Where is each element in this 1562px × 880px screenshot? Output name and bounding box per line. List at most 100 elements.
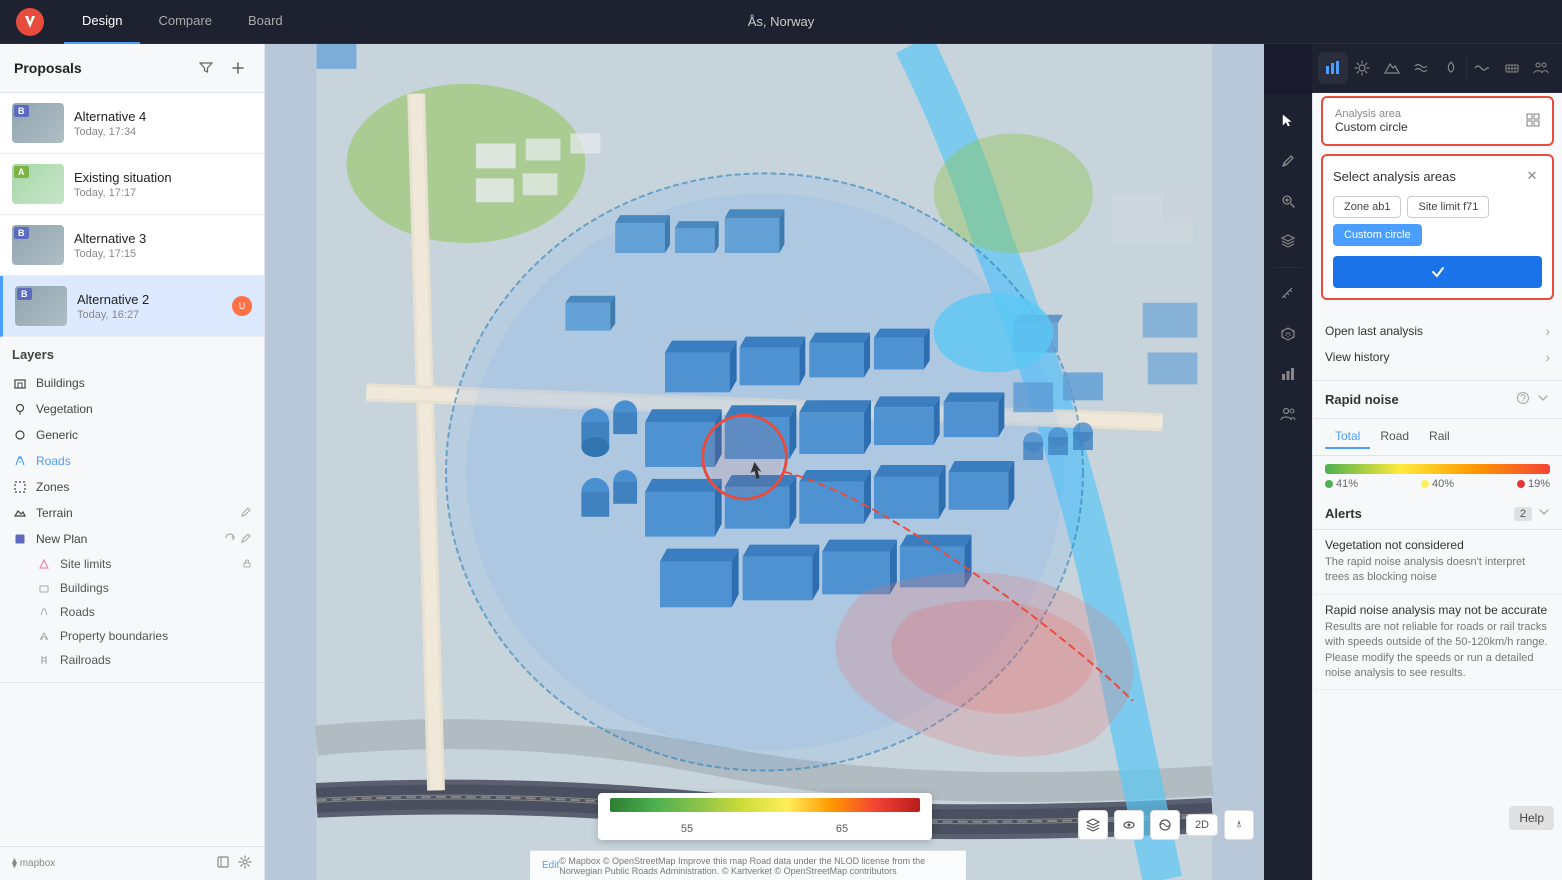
layer-label: Buildings	[36, 376, 85, 390]
noise-value-yellow: 40%	[1432, 478, 1454, 490]
sublayer-property[interactable]: Property boundaries	[12, 624, 252, 648]
measure-tool[interactable]	[1270, 276, 1306, 312]
people-tool[interactable]	[1270, 396, 1306, 432]
layers-section: Layers Buildings Vegetation Generic Road…	[0, 337, 264, 683]
sun-icon[interactable]	[1348, 52, 1378, 84]
sidebar-header-icons	[194, 56, 250, 80]
share-ctrl-button[interactable]	[1150, 810, 1180, 840]
flame-icon[interactable]	[1437, 52, 1467, 84]
alert-title-2: Rapid noise analysis may not be accurate	[1325, 603, 1550, 617]
cube-tool[interactable]	[1270, 316, 1306, 352]
chevron-right-icon-2: ›	[1545, 349, 1550, 365]
people-icon[interactable]	[1526, 52, 1556, 84]
mountain-icon[interactable]	[1377, 52, 1407, 84]
wave-icon[interactable]	[1467, 52, 1497, 84]
solar-panel-icon[interactable]	[1497, 52, 1527, 84]
layer-zones[interactable]: Zones	[12, 474, 252, 500]
edit-terrain-icon[interactable]	[240, 506, 252, 521]
view-2d-button[interactable]: 2D	[1186, 814, 1218, 836]
attribution-text: © Mapbox © OpenStreetMap Improve this ma…	[559, 856, 954, 876]
chart-tool[interactable]	[1270, 356, 1306, 392]
map-title: Ås, Norway	[748, 14, 814, 29]
layers-tool[interactable]	[1270, 223, 1306, 259]
site-limits-icon	[36, 556, 52, 572]
proposal-time: Today, 17:17	[74, 187, 252, 199]
noise-bar: 41% 40% 19%	[1325, 464, 1550, 490]
select-analysis-header: Select analysis areas ✕	[1333, 166, 1542, 186]
proposal-info: Alternative 4 Today, 17:34	[74, 109, 252, 138]
noise-labels: 41% 40% 19%	[1325, 478, 1550, 490]
layer-generic[interactable]: Generic	[12, 422, 252, 448]
proposal-thumb: B	[15, 286, 67, 326]
filter-icon[interactable]	[194, 56, 218, 80]
new-plan-icon	[12, 531, 28, 547]
mapbox-logo: ⧫ mapbox	[12, 858, 55, 869]
settings-icon[interactable]	[238, 855, 252, 872]
left-sidebar: Proposals B Alternative 4 Today, 17:34	[0, 44, 265, 880]
layers-ctrl-button[interactable]	[1078, 810, 1108, 840]
layer-roads[interactable]: Roads	[12, 448, 252, 474]
alerts-count: 2	[1514, 507, 1532, 521]
proposal-alternative3[interactable]: B Alternative 3 Today, 17:15	[0, 215, 264, 276]
zoom-tool[interactable]	[1270, 183, 1306, 219]
proposal-alternative4[interactable]: B Alternative 4 Today, 17:34	[0, 93, 264, 154]
alerts-title: Alerts	[1325, 506, 1362, 521]
proposal-thumb: B	[12, 225, 64, 265]
cursor-tool[interactable]	[1270, 103, 1306, 139]
close-select-analysis-button[interactable]: ✕	[1522, 166, 1542, 186]
add-proposal-button[interactable]	[226, 56, 250, 80]
eye-ctrl-button[interactable]	[1114, 810, 1144, 840]
noise-tab-rail[interactable]: Rail	[1419, 425, 1460, 449]
edit-label[interactable]: Edit	[542, 860, 559, 871]
select-analysis-panel: Select analysis areas ✕ Zone ab1 Site li…	[1321, 154, 1554, 300]
open-last-analysis-link[interactable]: Open last analysis ›	[1325, 318, 1550, 344]
layer-terrain[interactable]: Terrain	[12, 500, 252, 526]
generic-icon	[12, 427, 28, 443]
book-icon[interactable]	[216, 855, 230, 872]
layer-label: Zones	[36, 480, 69, 494]
noise-dot-green	[1325, 480, 1333, 488]
layer-vegetation[interactable]: Vegetation	[12, 396, 252, 422]
analysis-area-value: Custom circle	[1335, 120, 1408, 134]
nav-tab-board[interactable]: Board	[230, 0, 301, 44]
noise-tab-road[interactable]: Road	[1370, 425, 1419, 449]
zone-buttons: Zone ab1 Site limit f71 Custom circle	[1333, 196, 1542, 246]
new-plan-edit-icon[interactable]	[240, 532, 252, 547]
new-plan-sync-icon[interactable]	[224, 532, 236, 547]
sublayer-building-icon	[36, 580, 52, 596]
zone-ab1-button[interactable]: Zone ab1	[1333, 196, 1401, 218]
proposal-time: Today, 17:34	[74, 126, 252, 138]
view-history-link[interactable]: View history ›	[1325, 344, 1550, 370]
nav-tab-design[interactable]: Design	[64, 0, 140, 44]
sublayer-roads[interactable]: Roads	[12, 600, 252, 624]
sublayer-label: Railroads	[60, 653, 111, 667]
wind-icon[interactable]	[1407, 52, 1437, 84]
nav-tab-compare[interactable]: Compare	[140, 0, 229, 44]
sublayer-site-limits[interactable]: Site limits	[12, 552, 252, 576]
bar-chart-icon[interactable]	[1318, 52, 1348, 84]
top-nav: Design Compare Board Ås, Norway	[0, 0, 1562, 44]
layer-buildings[interactable]: Buildings	[12, 370, 252, 396]
sublayer-buildings[interactable]: Buildings	[12, 576, 252, 600]
noise-scale-bar	[610, 798, 920, 812]
pencil-tool[interactable]	[1270, 143, 1306, 179]
help-button[interactable]: Help	[1509, 806, 1554, 830]
sublayer-railroads[interactable]: Railroads	[12, 648, 252, 672]
compass-button[interactable]	[1224, 810, 1254, 840]
proposal-thumb: A	[12, 164, 64, 204]
proposal-existing[interactable]: A Existing situation Today, 17:17	[0, 154, 264, 215]
proposal-alternative2[interactable]: B Alternative 2 Today, 16:27 U	[0, 276, 264, 337]
app-logo[interactable]	[16, 8, 44, 36]
map-area[interactable]: 55 65 2D Edit © Mapbox © OpenStreetMap I…	[265, 44, 1264, 880]
zone-icon	[12, 479, 28, 495]
noise-tab-total[interactable]: Total	[1325, 425, 1370, 449]
confirm-selection-button[interactable]	[1333, 256, 1542, 288]
alerts-expand-icon[interactable]	[1538, 506, 1550, 521]
custom-circle-button[interactable]: Custom circle	[1333, 224, 1422, 246]
grid-icon[interactable]	[1526, 113, 1540, 130]
site-limit-button[interactable]: Site limit f71	[1407, 196, 1489, 218]
proposal-time: Today, 17:15	[74, 248, 252, 260]
new-plan-header[interactable]: New Plan	[12, 526, 252, 552]
help-icon[interactable]	[1516, 391, 1530, 408]
expand-icon[interactable]	[1536, 391, 1550, 408]
